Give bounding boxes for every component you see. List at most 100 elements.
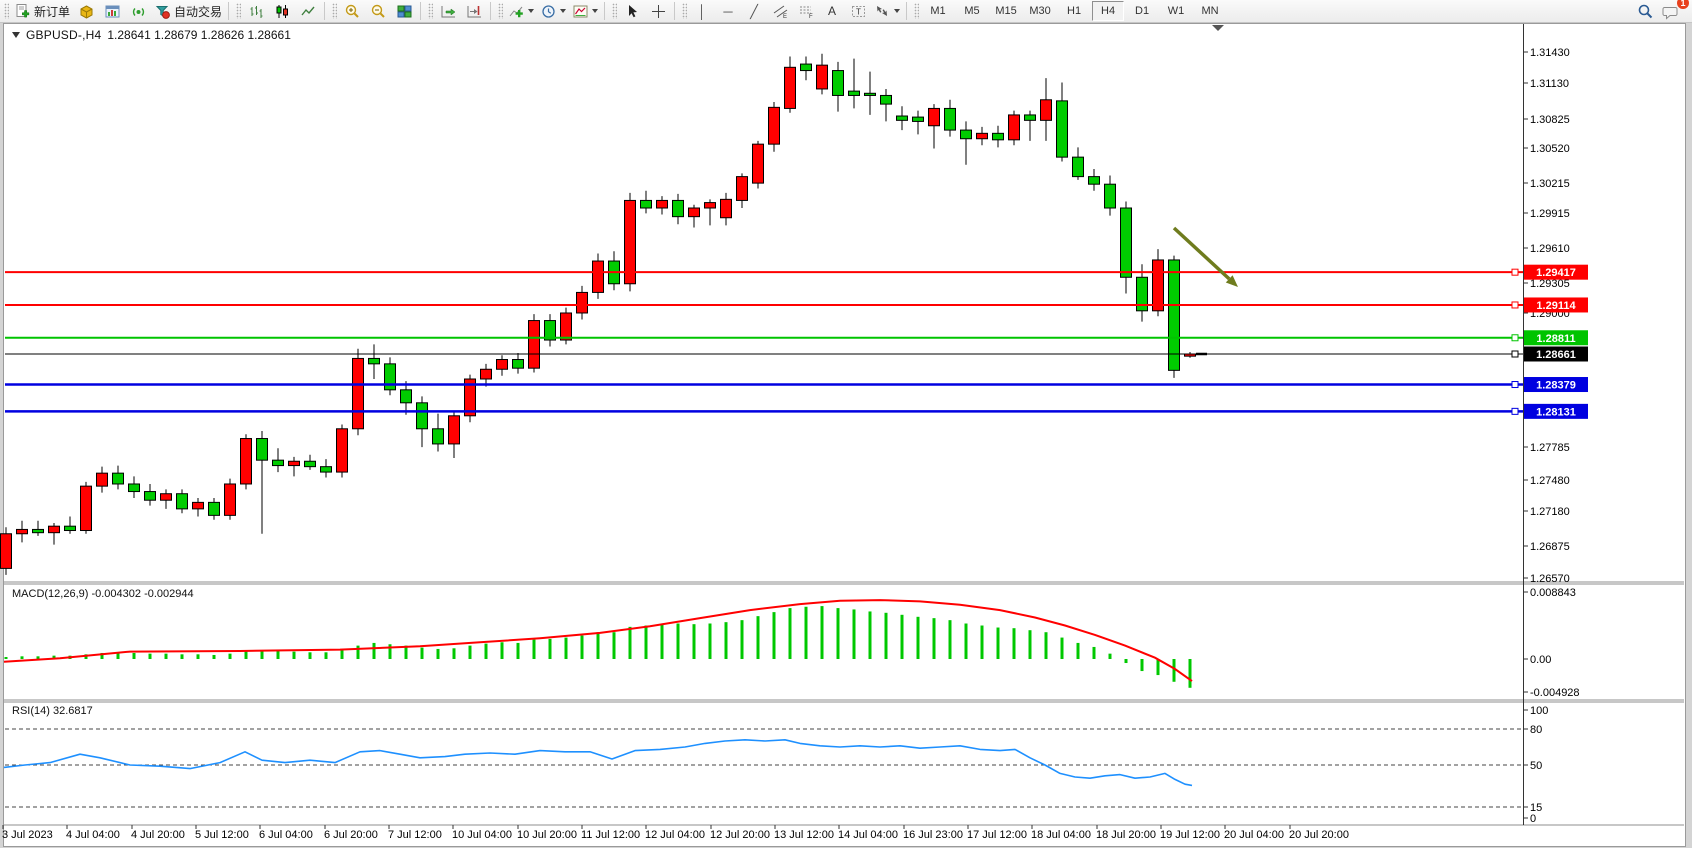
candle[interactable] <box>225 484 236 515</box>
date-axis-label: 3 Jul 2023 <box>2 829 53 841</box>
candle[interactable] <box>785 67 796 108</box>
candle[interactable] <box>369 358 380 363</box>
candle[interactable] <box>513 360 524 369</box>
candle[interactable] <box>529 321 540 369</box>
date-axis-label: 5 Jul 12:00 <box>195 829 249 841</box>
candle[interactable] <box>673 200 684 216</box>
line-drag-node[interactable] <box>1512 382 1518 388</box>
candle[interactable] <box>705 203 716 208</box>
macd-axis-label: 0.008843 <box>1530 587 1576 599</box>
candle[interactable] <box>257 439 268 461</box>
line-drag-node[interactable] <box>1512 335 1518 341</box>
candle[interactable] <box>385 364 396 390</box>
candle[interactable] <box>801 64 812 70</box>
candle[interactable] <box>145 492 156 501</box>
candle[interactable] <box>1073 157 1084 176</box>
candle[interactable] <box>401 390 412 403</box>
candle[interactable] <box>129 484 140 492</box>
candle[interactable] <box>641 200 652 208</box>
line-drag-node[interactable] <box>1512 269 1518 275</box>
date-axis-label: 4 Jul 04:00 <box>66 829 120 841</box>
date-axis-label: 7 Jul 12:00 <box>388 829 442 841</box>
candle[interactable] <box>289 461 300 465</box>
candle[interactable] <box>737 177 748 201</box>
candle[interactable] <box>33 529 44 532</box>
candle[interactable] <box>433 429 444 444</box>
candle[interactable] <box>721 199 732 217</box>
candle[interactable] <box>1105 184 1116 208</box>
chart-symbol-period: GBPUSD-,H4 <box>26 28 101 42</box>
candle[interactable] <box>1 534 12 569</box>
candle[interactable] <box>81 486 92 530</box>
candle[interactable] <box>305 461 316 466</box>
candle[interactable] <box>273 460 284 465</box>
chart-menu-icon[interactable] <box>12 32 20 38</box>
date-axis-label: 6 Jul 04:00 <box>259 829 313 841</box>
candle[interactable] <box>849 91 860 95</box>
candle[interactable] <box>49 526 60 532</box>
candle[interactable] <box>1153 260 1164 311</box>
candle[interactable] <box>865 93 876 95</box>
candle[interactable] <box>161 494 172 500</box>
candle[interactable] <box>449 416 460 444</box>
date-axis-label: 14 Jul 04:00 <box>838 829 898 841</box>
line-drag-node[interactable] <box>1512 351 1518 357</box>
date-axis-label: 11 Jul 12:00 <box>581 829 640 841</box>
candle[interactable] <box>113 473 124 484</box>
price-line-label: 1.29114 <box>1536 300 1576 312</box>
candle[interactable] <box>993 133 1004 139</box>
candle[interactable] <box>769 107 780 144</box>
price-axis-label: 1.27180 <box>1530 506 1570 518</box>
candle[interactable] <box>897 116 908 120</box>
price-line-label: 1.28811 <box>1536 333 1575 345</box>
rsi-axis-label: 80 <box>1530 724 1542 736</box>
candle[interactable] <box>1057 101 1068 157</box>
candle[interactable] <box>1041 100 1052 121</box>
candle[interactable] <box>241 439 252 484</box>
candle[interactable] <box>17 529 28 533</box>
candle[interactable] <box>577 292 588 313</box>
macd-axis-label: -0.004928 <box>1530 687 1580 699</box>
candle[interactable] <box>1009 115 1020 140</box>
chart-ohlc-values: 1.28641 1.28679 1.28626 1.28661 <box>107 28 291 42</box>
candle[interactable] <box>593 261 604 292</box>
candle[interactable] <box>977 133 988 138</box>
candle[interactable] <box>97 473 108 486</box>
candle[interactable] <box>961 130 972 139</box>
candle[interactable] <box>321 467 332 472</box>
candle[interactable] <box>209 502 220 515</box>
chart-title: GBPUSD-,H4 1.28641 1.28679 1.28626 1.286… <box>12 28 291 42</box>
candle[interactable] <box>689 208 700 217</box>
candle[interactable] <box>881 95 892 104</box>
rsi-axis-label: 0 <box>1530 813 1536 825</box>
candle[interactable] <box>353 358 364 428</box>
date-axis-label: 10 Jul 04:00 <box>452 829 512 841</box>
candle[interactable] <box>1025 115 1036 120</box>
candle[interactable] <box>1089 177 1100 185</box>
chart-shift-marker[interactable] <box>1212 25 1224 31</box>
candle[interactable] <box>753 144 764 183</box>
candle[interactable] <box>417 403 428 429</box>
chart-plot-area[interactable]: 1.314301.311301.308251.305201.302151.299… <box>0 0 1692 848</box>
candle[interactable] <box>929 108 940 125</box>
price-axis-label: 1.31430 <box>1530 47 1570 59</box>
price-axis-label: 1.29610 <box>1530 243 1570 255</box>
candle[interactable] <box>177 494 188 509</box>
candle[interactable] <box>337 429 348 472</box>
line-drag-node[interactable] <box>1512 408 1518 414</box>
candle[interactable] <box>1121 208 1132 277</box>
candle[interactable] <box>913 117 924 121</box>
candle[interactable] <box>817 65 828 89</box>
candle[interactable] <box>945 108 956 130</box>
price-axis-label: 1.26570 <box>1530 573 1570 585</box>
candle[interactable] <box>561 313 572 340</box>
price-line-label: 1.28661 <box>1536 349 1576 361</box>
line-drag-node[interactable] <box>1512 302 1518 308</box>
candle[interactable] <box>481 369 492 379</box>
candle[interactable] <box>657 200 668 208</box>
date-axis-label: 16 Jul 23:00 <box>903 829 963 841</box>
candle[interactable] <box>193 502 204 508</box>
candle[interactable] <box>65 526 76 530</box>
candle[interactable] <box>497 360 508 370</box>
candle[interactable] <box>833 71 844 96</box>
